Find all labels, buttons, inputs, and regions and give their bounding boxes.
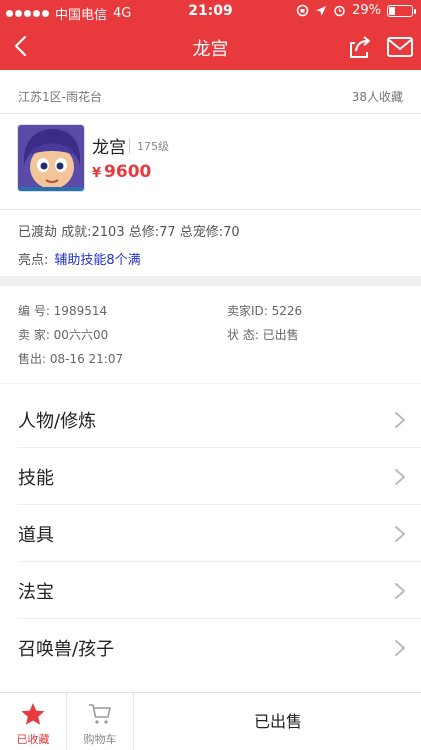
- cart-icon: [89, 704, 111, 724]
- price-value: 9600: [104, 162, 152, 182]
- alarm-icon: [334, 5, 345, 17]
- price: ¥9600: [92, 162, 151, 182]
- battery-percent: 29%: [352, 3, 381, 18]
- bottom-action-bar: 已收藏 购物车 已出售: [0, 692, 421, 750]
- item-number: 编 号: 1989514: [18, 304, 108, 318]
- status-bar: 中国电信 4G 21:09 29%: [0, 0, 421, 24]
- section-separator: [0, 276, 421, 286]
- menu-item-items[interactable]: 道具: [0, 505, 421, 562]
- divider: [0, 209, 421, 210]
- seller-id: 卖家ID: 5226: [227, 304, 303, 318]
- character-name: 龙宫: [92, 138, 126, 158]
- achievement-summary: 已渡劫 成就:2103 总修:77 总宠修:70: [18, 225, 240, 240]
- menu-item-character-training[interactable]: 人物/修炼: [0, 391, 421, 448]
- sale-status: 状 态: 已出售: [227, 328, 299, 342]
- menu-item-summons-children[interactable]: 召唤兽/孩子: [0, 619, 421, 676]
- server-name: 江苏1区-雨花台: [18, 90, 102, 104]
- divider: [0, 113, 421, 114]
- sold-time: 售出: 08-16 21:07: [18, 352, 124, 366]
- share-icon[interactable]: [346, 33, 374, 61]
- chevron-right-icon: [395, 469, 405, 485]
- sold-status-button[interactable]: 已出售: [135, 693, 421, 750]
- highlight-value: 辅助技能8个满: [54, 253, 141, 268]
- collect-count: 38人收藏: [351, 90, 403, 104]
- menu-item-treasures[interactable]: 法宝: [0, 562, 421, 619]
- cart-button[interactable]: 购物车: [66, 693, 134, 750]
- menu-item-label: 技能: [18, 468, 54, 489]
- mail-icon[interactable]: [386, 34, 414, 60]
- cart-label: 购物车: [83, 733, 117, 746]
- menu-item-skills[interactable]: 技能: [0, 448, 421, 505]
- chevron-right-icon: [395, 640, 405, 656]
- menu-item-label: 召唤兽/孩子: [18, 639, 115, 660]
- server-location-row: 江苏1区-雨花台 38人收藏: [18, 88, 403, 105]
- menu-item-label: 人物/修炼: [18, 411, 97, 432]
- menu-item-label: 法宝: [18, 582, 54, 603]
- character-avatar: [17, 124, 85, 192]
- currency-symbol: ¥: [92, 166, 102, 181]
- collected-label: 已收藏: [16, 733, 50, 746]
- star-icon: [21, 703, 45, 725]
- seller-name: 卖 家: 00六六00: [18, 328, 109, 342]
- orientation-lock-icon: [296, 4, 309, 17]
- highlight-row: 亮点: 辅助技能8个满: [18, 249, 141, 268]
- chevron-right-icon: [395, 583, 405, 599]
- character-level: 175级: [129, 138, 169, 154]
- chevron-right-icon: [395, 526, 405, 542]
- collected-button[interactable]: 已收藏: [0, 693, 66, 750]
- location-arrow-icon: [316, 5, 327, 16]
- battery-icon: [387, 4, 416, 17]
- divider: [0, 383, 421, 384]
- highlight-label: 亮点:: [18, 253, 49, 268]
- menu-item-label: 道具: [18, 525, 54, 546]
- chevron-right-icon: [395, 412, 405, 428]
- nav-bar: 龙宫: [0, 24, 421, 70]
